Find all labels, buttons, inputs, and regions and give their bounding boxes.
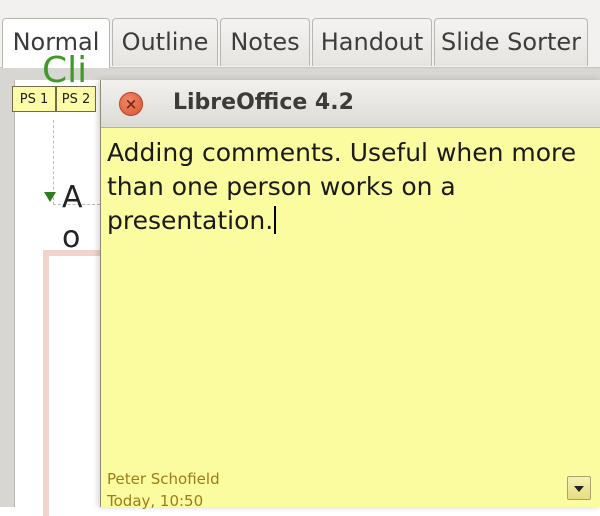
close-icon[interactable]: × [119, 92, 143, 116]
comment-author: Peter Schofield [107, 470, 220, 488]
tab-outline[interactable]: Outline [112, 18, 218, 66]
view-tab-bar: Normal Outline Notes Handout Slide Sorte… [0, 0, 600, 68]
comment-title-bar[interactable]: × LibreOffice 4.2 [101, 80, 600, 128]
window-title: LibreOffice 4.2 [173, 90, 354, 115]
slide-title-text: Cli [42, 50, 88, 91]
comment-marker-ps2[interactable]: PS 2 [56, 86, 96, 112]
tab-slide-sorter[interactable]: Slide Sorter [434, 18, 588, 66]
comment-timestamp: Today, 10:50 [107, 492, 204, 510]
bullet-triangle-icon [44, 192, 56, 202]
comment-body[interactable]: Adding comments. Useful when more than o… [101, 128, 600, 510]
comment-text-content: Adding comments. Useful when more than o… [107, 138, 577, 235]
text-cursor [274, 206, 277, 234]
comment-text[interactable]: Adding comments. Useful when more than o… [107, 136, 587, 238]
tab-notes[interactable]: Notes [220, 18, 310, 66]
slide-bullet-text: A o [62, 180, 83, 255]
comment-window: × LibreOffice 4.2 Adding comments. Usefu… [100, 80, 600, 510]
tab-handout[interactable]: Handout [312, 18, 432, 66]
comment-marker-ps1[interactable]: PS 1 [12, 86, 56, 112]
comment-menu-button[interactable] [567, 476, 591, 500]
